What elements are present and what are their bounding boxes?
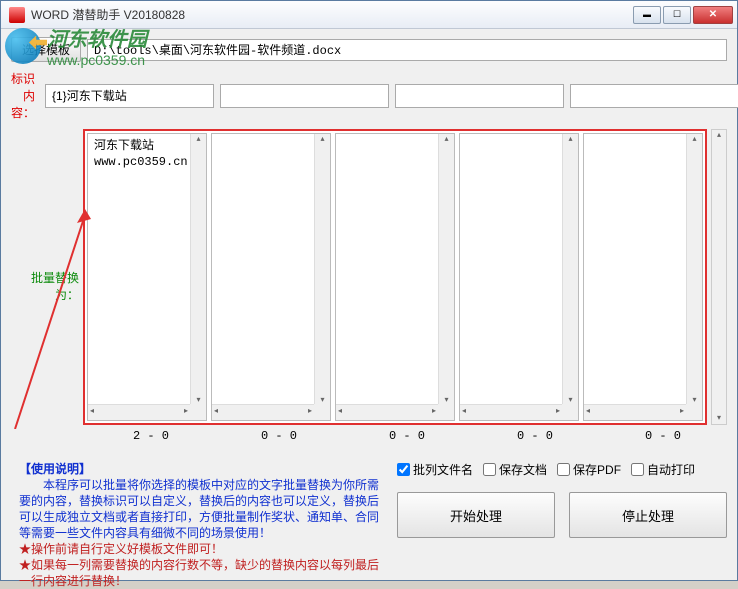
auto-print-label: 自动打印 xyxy=(647,461,695,478)
side-scrollbar[interactable] xyxy=(711,129,727,425)
column-content-5 xyxy=(584,134,702,142)
column-content-1: 河东下载站 www.pc0359.cn xyxy=(88,134,206,174)
scrollbar-v-icon[interactable] xyxy=(562,134,578,404)
instructions: 【使用说明】 本程序可以批量将你选择的模板中对应的文字批量替换为你所需要的内容，… xyxy=(19,461,389,589)
marker-input-4[interactable] xyxy=(570,84,738,108)
batch-filename-checkbox[interactable] xyxy=(397,463,410,476)
column-content-3 xyxy=(336,134,454,142)
replace-column-4[interactable] xyxy=(459,133,579,421)
scrollbar-h-icon[interactable] xyxy=(336,404,438,420)
scrollbar-h-icon[interactable] xyxy=(584,404,686,420)
options-row: 批列文件名 保存文档 保存PDF 自动打印 xyxy=(397,461,727,478)
stop-button[interactable]: 停止处理 xyxy=(569,492,727,538)
scrollbar-v-icon[interactable] xyxy=(314,134,330,404)
replace-column-1[interactable]: 河东下载站 www.pc0359.cn xyxy=(87,133,207,421)
window-buttons xyxy=(633,6,733,24)
template-path-input[interactable] xyxy=(87,39,727,61)
save-pdf-checkbox[interactable] xyxy=(557,463,570,476)
replace-columns: 河东下载站 www.pc0359.cn xyxy=(83,129,707,425)
batch-filename-label: 批列文件名 xyxy=(413,461,473,478)
column-content-2 xyxy=(212,134,330,142)
marker-inputs xyxy=(45,84,738,108)
scroll-corner xyxy=(314,404,330,420)
select-template-button[interactable]: 选择模板 xyxy=(11,37,81,62)
counts-row: 2 - 0 0 - 0 0 - 0 0 - 0 0 - 0 xyxy=(87,429,727,443)
save-doc-option[interactable]: 保存文档 xyxy=(483,461,547,478)
auto-print-option[interactable]: 自动打印 xyxy=(631,461,695,478)
scroll-corner xyxy=(562,404,578,420)
replace-column-5[interactable] xyxy=(583,133,703,421)
marker-input-3[interactable] xyxy=(395,84,564,108)
instructions-star1: ★操作前请自行定义好模板文件即可！ xyxy=(19,542,223,556)
scroll-corner xyxy=(438,404,454,420)
scrollbar-h-icon[interactable] xyxy=(212,404,314,420)
scrollbar-v-icon[interactable] xyxy=(686,134,702,404)
app-icon xyxy=(9,7,25,23)
minimize-button[interactable] xyxy=(633,6,661,24)
count-2: 0 - 0 xyxy=(215,429,343,443)
marker-input-1[interactable] xyxy=(45,84,214,108)
replace-column-3[interactable] xyxy=(335,133,455,421)
save-doc-checkbox[interactable] xyxy=(483,463,496,476)
save-doc-label: 保存文档 xyxy=(499,461,547,478)
count-5: 0 - 0 xyxy=(599,429,727,443)
scroll-corner xyxy=(190,404,206,420)
instructions-header: 【使用说明】 xyxy=(19,462,91,476)
footer: 【使用说明】 本程序可以批量将你选择的模板中对应的文字批量替换为你所需要的内容，… xyxy=(11,461,727,589)
scrollbar-h-icon[interactable] xyxy=(460,404,562,420)
scrollbar-v-icon[interactable] xyxy=(438,134,454,404)
count-1: 2 - 0 xyxy=(87,429,215,443)
window-title: WORD 潜替助手 V20180828 xyxy=(31,6,633,23)
replace-label: 批量替换为： xyxy=(11,269,83,303)
count-4: 0 - 0 xyxy=(471,429,599,443)
save-pdf-label: 保存PDF xyxy=(573,461,621,478)
scrollbar-v-icon[interactable] xyxy=(190,134,206,404)
save-pdf-option[interactable]: 保存PDF xyxy=(557,461,621,478)
replace-column-2[interactable] xyxy=(211,133,331,421)
scroll-corner xyxy=(686,404,702,420)
content-area: 选择模板 标识内容： 批量替换为： 河东下载站 www.pc0359.cn xyxy=(1,29,737,580)
scrollbar-h-icon[interactable] xyxy=(88,404,190,420)
instructions-body: 本程序可以批量将你选择的模板中对应的文字批量替换为你所需要的内容，替换标识可以自… xyxy=(19,478,379,540)
maximize-button[interactable] xyxy=(663,6,691,24)
auto-print-checkbox[interactable] xyxy=(631,463,644,476)
controls: 批列文件名 保存文档 保存PDF 自动打印 xyxy=(397,461,727,589)
marker-label: 标识内容： xyxy=(11,70,39,121)
batch-filename-option[interactable]: 批列文件名 xyxy=(397,461,473,478)
marker-input-2[interactable] xyxy=(220,84,389,108)
close-button[interactable] xyxy=(693,6,733,24)
start-button[interactable]: 开始处理 xyxy=(397,492,555,538)
column-content-4 xyxy=(460,134,578,142)
instructions-star2: ★如果每一列需要替换的内容行数不等，缺少的替换内容以每列最后一行内容进行替换！ xyxy=(19,558,379,588)
app-window: WORD 潜替助手 V20180828 河东软件园 www.pc0359.cn … xyxy=(0,0,738,581)
count-3: 0 - 0 xyxy=(343,429,471,443)
titlebar[interactable]: WORD 潜替助手 V20180828 xyxy=(1,1,737,29)
